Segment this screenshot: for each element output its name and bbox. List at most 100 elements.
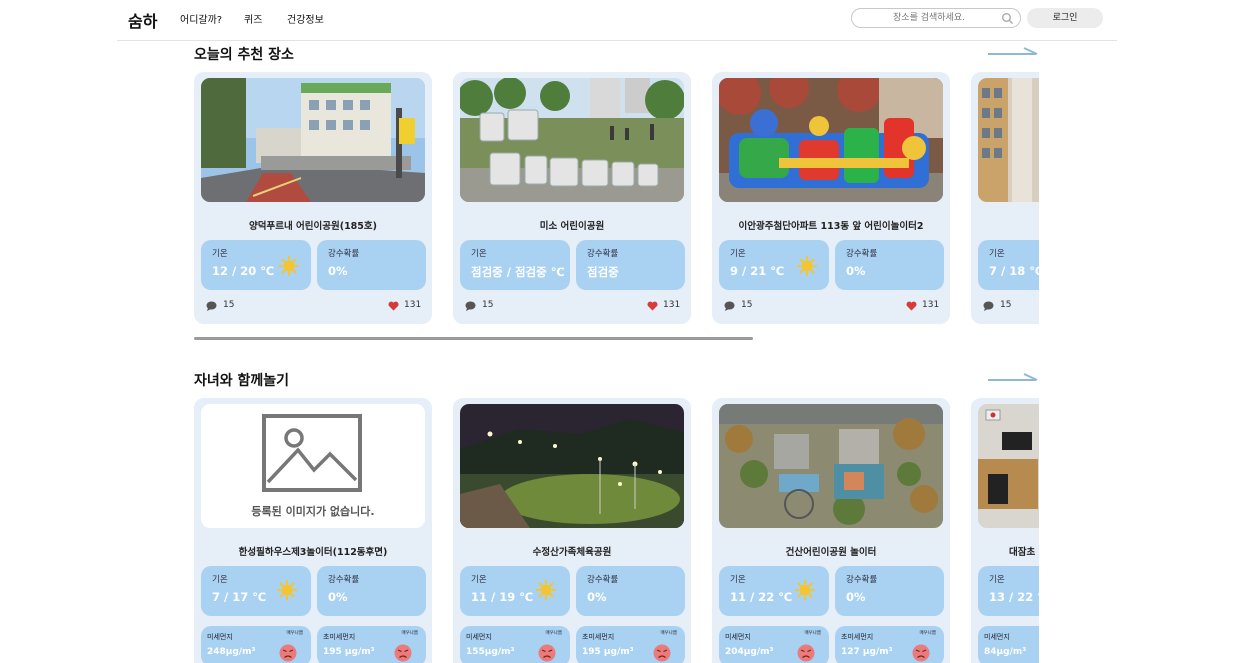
temperature-label: 기온 (471, 249, 487, 259)
temperature-label: 기온 (989, 575, 1005, 585)
place-photo (201, 78, 425, 202)
place-name: 수정산가족체육공원 (532, 547, 612, 558)
temperature-value: 13 / 22 ℃ (989, 590, 1039, 604)
temperature-label: 기온 (212, 575, 228, 585)
temperature-panel: 기온 7 / 17 ℃ (201, 566, 311, 616)
no-image-text: 등록된 이미지가 없습니다. (251, 505, 375, 518)
pm25-label: 초미세먼지 (582, 633, 615, 641)
rain-panel: 강수확률 0% (317, 566, 426, 616)
place-card[interactable]: 양덕푸르내 어린이공원(185호) 기온 12 / 20 ℃ 강수확률 0% 1… (194, 72, 432, 324)
place-photo (460, 78, 684, 202)
pm10-value: 248μg/m³ (207, 647, 256, 657)
temperature-value: 11 / 22 ℃ (730, 590, 793, 604)
temperature-value: 12 / 20 ℃ (212, 264, 275, 278)
place-name: 이안광주첨단아파트 113동 앞 어린이놀이터2 (738, 221, 924, 232)
pm10-label: 미세먼지 (466, 633, 492, 641)
rain-label: 강수확률 (846, 249, 878, 259)
like-count: 131 (663, 300, 681, 310)
comment-count: 15 (223, 300, 235, 310)
sun-icon (277, 580, 297, 600)
temperature-panel: 기온 13 / 22 ℃ (978, 566, 1039, 616)
login-button[interactable]: 로그인 (1027, 8, 1103, 28)
place-card[interactable]: 미소 어린이공원 기온 점검중 / 점검중 ℃ 강수확률 점검중 15 131 (453, 72, 691, 324)
rain-value: 0% (587, 590, 607, 604)
comment-icon[interactable] (983, 301, 994, 311)
temperature-value: 9 / 21 ℃ (730, 264, 785, 278)
temperature-panel: 기온 12 / 20 ℃ (201, 240, 311, 290)
comment-icon[interactable] (724, 301, 735, 311)
site-logo[interactable]: 숨하 (128, 8, 157, 32)
search-icon[interactable] (1001, 12, 1014, 25)
rain-panel: 강수확률 0% (317, 240, 426, 290)
pm10-label: 미세먼지 (725, 633, 751, 641)
angry-face-icon (797, 644, 815, 662)
pm10-label: 미세먼지 (984, 633, 1010, 641)
comment-icon[interactable] (206, 301, 217, 311)
pm10-value: 84μg/m³ (984, 647, 1027, 657)
place-photo (719, 404, 943, 528)
heart-icon[interactable] (647, 301, 658, 311)
angry-face-icon (912, 644, 930, 662)
place-name: 대잠초 (1009, 547, 1036, 558)
rain-label: 강수확률 (587, 575, 619, 585)
next-arrow-icon[interactable] (988, 372, 1038, 386)
place-card[interactable]: 기온 7 / 18 ℃ 15 (971, 72, 1039, 324)
angry-face-icon (394, 644, 412, 662)
temperature-value: 점검중 / 점검중 ℃ (471, 265, 565, 279)
comment-count: 15 (741, 300, 753, 310)
nav-where-to-go[interactable]: 어디갈까? (180, 11, 222, 26)
place-card[interactable]: 건산어린이공원 놀이터 기온 11 / 22 ℃ 강수확률 0% 미세먼지 매우… (712, 398, 950, 663)
air-status-label: 매우나쁨 (804, 631, 821, 636)
air-status-label: 매우나쁨 (660, 631, 677, 636)
rain-label: 강수확률 (587, 249, 619, 259)
pm25-value: 195 μg/m³ (582, 647, 634, 657)
temperature-label: 기온 (730, 575, 746, 585)
image-placeholder-icon (262, 414, 362, 492)
pm25-label: 초미세먼지 (323, 633, 356, 641)
air-status-label: 매우나쁨 (545, 631, 562, 636)
place-card[interactable]: 대잠초 기온 13 / 22 ℃ 미세먼지 84μg/m³ (971, 398, 1039, 663)
like-count: 131 (922, 300, 940, 310)
sun-icon (536, 580, 556, 600)
heart-icon[interactable] (388, 301, 399, 311)
sun-icon (279, 256, 299, 276)
temperature-label: 기온 (212, 249, 228, 259)
heart-icon[interactable] (906, 301, 917, 311)
place-card[interactable]: 등록된 이미지가 없습니다. 한성필하우스제3놀이터(112동후면) 기온 7 … (194, 398, 432, 663)
temperature-panel: 기온 11 / 22 ℃ (719, 566, 829, 616)
place-photo (460, 404, 684, 528)
rain-value: 점검중 (587, 265, 619, 279)
place-name: 한성필하우스제3놀이터(112동후면) (238, 547, 388, 558)
angry-face-icon (538, 644, 556, 662)
temperature-label: 기온 (471, 575, 487, 585)
pm10-label: 미세먼지 (207, 633, 233, 641)
air-status-label: 매우나쁨 (919, 631, 936, 636)
like-count: 131 (404, 300, 422, 310)
pm10-panel: 미세먼지 84μg/m³ (978, 626, 1039, 663)
pm25-label: 초미세먼지 (841, 633, 874, 641)
pm25-panel: 초미세먼지 매우나쁨 195 μg/m³ (576, 626, 685, 663)
search-input[interactable] (864, 11, 994, 25)
pm10-panel: 미세먼지 매우나쁨 248μg/m³ (201, 626, 311, 663)
section-title-recommended: 오늘의 추천 장소 (194, 47, 294, 63)
pm25-value: 195 μg/m³ (323, 647, 375, 657)
rain-value: 0% (328, 264, 348, 278)
no-image-placeholder: 등록된 이미지가 없습니다. (201, 404, 425, 528)
air-status-label: 매우나쁨 (401, 631, 418, 636)
place-card[interactable]: 이안광주첨단아파트 113동 앞 어린이놀이터2 기온 9 / 21 ℃ 강수확… (712, 72, 950, 324)
nav-health-info[interactable]: 건강정보 (287, 11, 324, 26)
top-header: 숨하 어디갈까? 퀴즈 건강정보 로그인 (117, 0, 1117, 41)
next-arrow-icon[interactable] (988, 46, 1038, 60)
rain-value: 0% (846, 264, 866, 278)
temperature-panel: 기온 7 / 18 ℃ (978, 240, 1039, 290)
nav-quiz[interactable]: 퀴즈 (244, 11, 262, 26)
place-card[interactable]: 수정산가족체육공원 기온 11 / 19 ℃ 강수확률 0% 미세먼지 매우나쁨… (453, 398, 691, 663)
temperature-value: 7 / 17 ℃ (212, 590, 267, 604)
rain-panel: 강수확률 점검중 (576, 240, 685, 290)
rain-value: 0% (328, 590, 348, 604)
carousel-scrollbar[interactable] (194, 337, 753, 340)
place-name: 양덕푸르내 어린이공원(185호) (249, 221, 377, 232)
sun-icon (795, 580, 815, 600)
rain-panel: 강수확률 0% (835, 240, 944, 290)
comment-icon[interactable] (465, 301, 476, 311)
